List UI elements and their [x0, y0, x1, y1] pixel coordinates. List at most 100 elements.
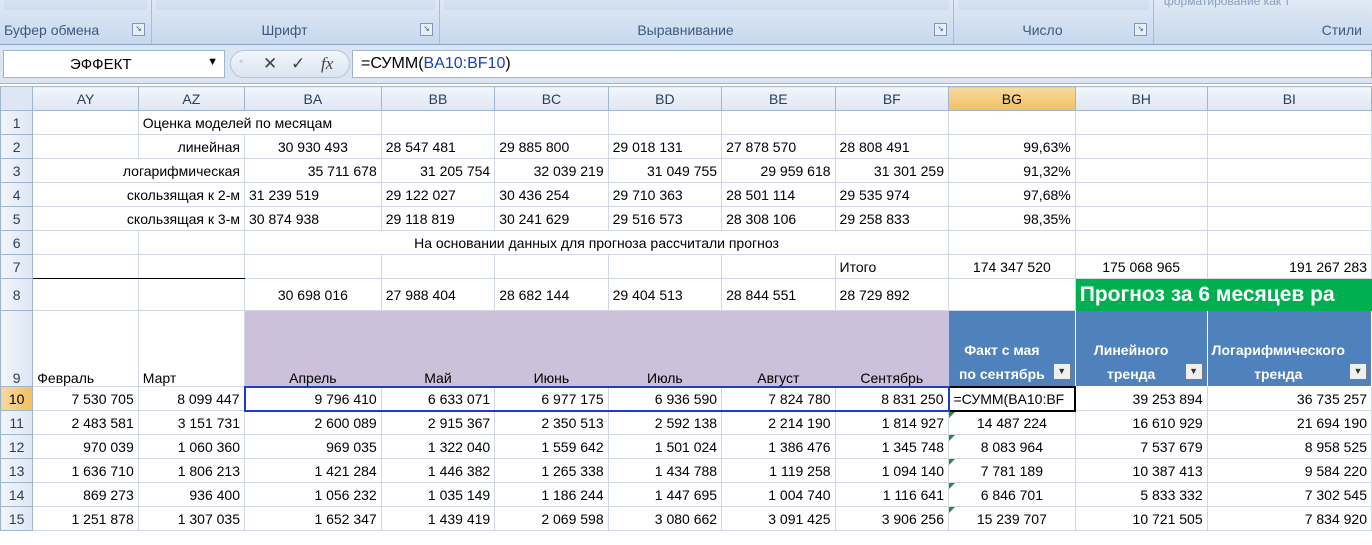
cell[interactable]: 7 834 920 — [1206, 506, 1372, 531]
cell[interactable] — [1074, 206, 1208, 231]
cell[interactable]: 5 833 332 — [1074, 482, 1208, 507]
cell[interactable]: 31 205 754 — [380, 158, 496, 183]
cell[interactable]: 1 004 740 — [721, 482, 836, 507]
cell[interactable]: 969 035 — [244, 434, 382, 459]
column-header[interactable]: BD — [607, 86, 723, 111]
cell[interactable] — [721, 254, 836, 279]
cell[interactable]: 1 559 642 — [494, 434, 609, 459]
cell[interactable] — [834, 110, 950, 135]
cell-month[interactable]: Июнь — [494, 310, 609, 387]
cell[interactable]: 29 404 513 — [607, 278, 723, 311]
cell[interactable] — [137, 230, 246, 255]
dialog-launcher-icon[interactable]: ↘ — [132, 23, 145, 36]
cell[interactable] — [607, 254, 723, 279]
cell[interactable]: 28 682 144 — [494, 278, 609, 311]
filter-dropdown-icon[interactable]: ▼ — [1184, 363, 1203, 380]
cell[interactable]: 29 122 027 — [380, 182, 496, 207]
cell-label[interactable]: логарифмическая — [32, 158, 245, 183]
cell[interactable]: 1 446 382 — [380, 458, 496, 483]
cell[interactable]: 28 808 491 — [834, 134, 950, 159]
cell[interactable]: 29 885 800 — [494, 134, 609, 159]
cell-total-label[interactable]: Итого — [834, 254, 950, 279]
formula-input[interactable]: =СУММ(BA10:BF10) — [352, 50, 1372, 78]
cell[interactable]: 27 988 404 — [380, 278, 496, 311]
cell[interactable]: 2 600 089 — [244, 410, 382, 435]
column-header[interactable]: BH — [1074, 86, 1208, 111]
name-box[interactable]: ЭФФЕКТ ▼ — [3, 50, 225, 78]
column-header[interactable]: BF — [834, 86, 950, 111]
cell[interactable] — [1074, 158, 1208, 183]
cell[interactable]: 2 069 598 — [494, 506, 609, 531]
cell-note[interactable]: На основании данных для прогноза рассчит… — [244, 230, 949, 255]
cell[interactable]: 15 239 707 — [948, 506, 1076, 531]
cell[interactable]: 9 584 220 — [1206, 458, 1372, 483]
cell[interactable]: 29 118 819 — [380, 206, 496, 231]
cell[interactable] — [380, 254, 496, 279]
row-header[interactable]: 9 — [0, 310, 34, 387]
cell[interactable]: 936 400 — [137, 482, 246, 507]
cell[interactable]: 869 273 — [32, 482, 139, 507]
cell[interactable]: 970 039 — [32, 434, 139, 459]
cell[interactable]: 8 958 525 — [1206, 434, 1372, 459]
cell[interactable]: 28 729 892 — [834, 278, 950, 311]
row-header[interactable]: 14 — [0, 482, 34, 507]
cell[interactable]: 174 347 520 — [948, 254, 1076, 279]
cell[interactable] — [244, 254, 382, 279]
cell-label[interactable]: скользящая к 2-м — [32, 182, 245, 207]
cell[interactable]: 1 501 024 — [607, 434, 723, 459]
cell[interactable]: 31 301 259 — [834, 158, 950, 183]
cell[interactable]: 1 439 419 — [380, 506, 496, 531]
cell[interactable]: 3 091 425 — [721, 506, 836, 531]
cell[interactable]: 30 436 254 — [494, 182, 609, 207]
cell[interactable] — [1206, 182, 1372, 207]
cell-month[interactable]: Июль — [607, 310, 723, 387]
active-cell-editing[interactable]: =СУММ(BA10:BF — [947, 385, 1077, 412]
cell[interactable]: 1 116 641 — [834, 482, 950, 507]
cell[interactable]: 1 806 213 — [137, 458, 246, 483]
cell[interactable]: 98,35% — [948, 206, 1076, 231]
cell[interactable]: 28 308 106 — [721, 206, 836, 231]
dialog-launcher-icon[interactable]: ↘ — [1134, 23, 1147, 36]
cell[interactable] — [1206, 158, 1372, 183]
cell[interactable] — [137, 254, 246, 279]
table-header-linear[interactable]: Линейного тренда ▼ — [1074, 310, 1208, 387]
cell[interactable]: 1 060 360 — [137, 434, 246, 459]
cell-title[interactable]: Оценка моделей по месяцам — [137, 110, 382, 135]
cell[interactable]: 2 592 138 — [607, 410, 723, 435]
cell[interactable] — [948, 230, 1076, 255]
cell[interactable]: 1 094 140 — [834, 458, 950, 483]
column-header[interactable]: BA — [244, 86, 382, 111]
cell[interactable] — [607, 110, 723, 135]
cell[interactable] — [32, 230, 139, 255]
cell[interactable] — [137, 278, 246, 311]
row-header-selected[interactable]: 10 — [0, 386, 34, 411]
cell[interactable]: 30 698 016 — [244, 278, 382, 311]
row-header[interactable]: 2 — [0, 134, 34, 159]
cell[interactable]: 1 186 244 — [494, 482, 609, 507]
cell[interactable]: 3 906 256 — [834, 506, 950, 531]
cell[interactable]: 1 447 695 — [607, 482, 723, 507]
cell[interactable]: 2 483 581 — [32, 410, 139, 435]
cell[interactable] — [494, 254, 609, 279]
cell[interactable]: 1 265 338 — [494, 458, 609, 483]
column-header[interactable]: BC — [494, 86, 609, 111]
table-header-log[interactable]: Логарифмического тренда ▼ — [1206, 310, 1372, 387]
cell-month[interactable]: Апрель — [244, 310, 382, 387]
cell[interactable]: 29 018 131 — [607, 134, 723, 159]
cell[interactable]: 30 930 493 — [244, 134, 382, 159]
column-header-selected[interactable]: BG — [948, 86, 1076, 111]
cell[interactable]: 2 915 367 — [380, 410, 496, 435]
cell[interactable] — [380, 110, 496, 135]
dialog-launcher-icon[interactable]: ↘ — [934, 23, 947, 36]
cell[interactable]: 97,68% — [948, 182, 1076, 207]
table-header-fact[interactable]: Факт с мая по сентябрь ▼ — [948, 310, 1076, 387]
cell[interactable]: 1 636 710 — [32, 458, 139, 483]
cell[interactable]: 39 253 894 — [1074, 386, 1208, 411]
cell[interactable]: 31 049 755 — [607, 158, 723, 183]
cell[interactable]: 1 251 878 — [32, 506, 139, 531]
cell[interactable] — [1206, 110, 1372, 135]
cell[interactable]: 36 735 257 — [1206, 386, 1372, 411]
row-header[interactable]: 8 — [0, 278, 34, 311]
cell-referenced[interactable]: 8 831 250 — [834, 385, 950, 412]
filter-dropdown-icon[interactable]: ▼ — [1052, 362, 1071, 380]
